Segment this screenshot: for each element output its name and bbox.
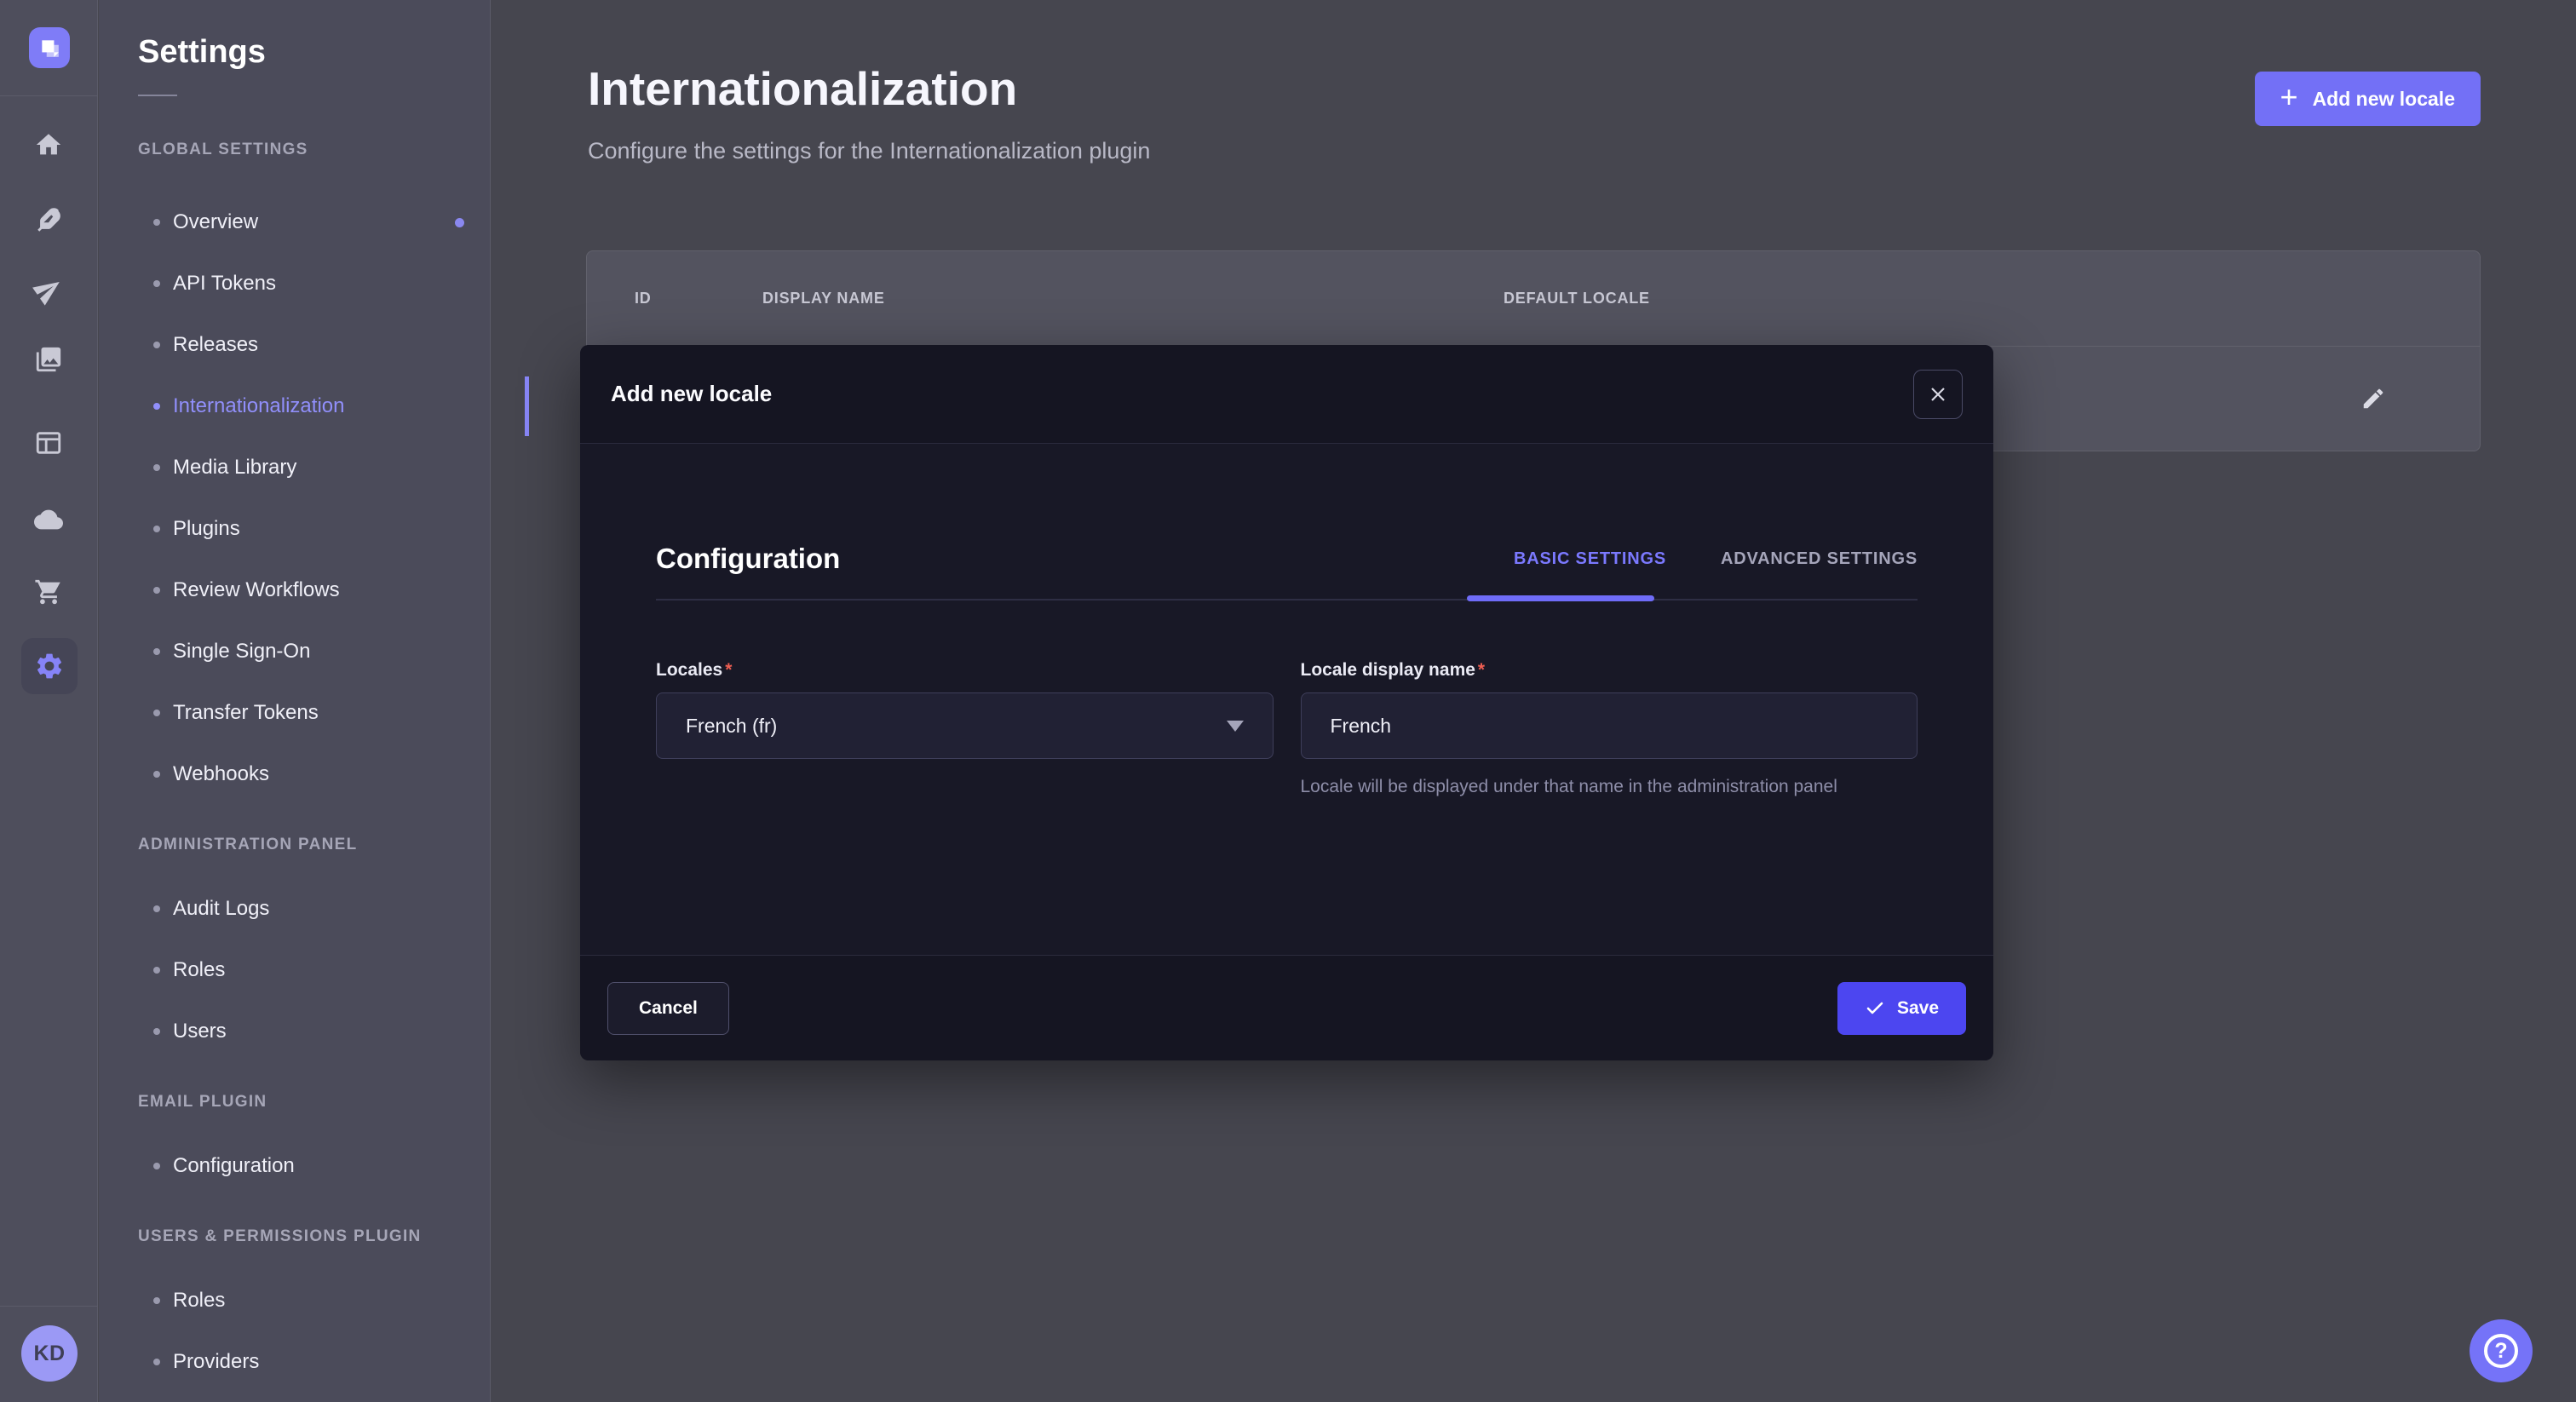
plus-icon: +: [2280, 79, 2298, 115]
required-asterisk: *: [725, 660, 732, 680]
column-display-name: DISPLAY NAME: [762, 290, 1504, 307]
close-button[interactable]: [1913, 370, 1963, 419]
add-locale-modal: Add new locale Configuration BASIC SETTI…: [580, 345, 1993, 1060]
bullet-icon: [153, 403, 160, 410]
rail-divider-bottom: [0, 1306, 97, 1307]
page-subtitle: Configure the settings for the Internati…: [588, 138, 1150, 164]
checkmark-icon: [1865, 998, 1885, 1019]
sidebar-item-internationalization[interactable]: Internationalization: [138, 376, 490, 437]
help-button[interactable]: ?: [2470, 1319, 2533, 1382]
column-id: ID: [635, 290, 762, 307]
settings-tabs: BASIC SETTINGS ADVANCED SETTINGS: [1514, 549, 1918, 569]
column-default-locale: DEFAULT LOCALE: [1504, 290, 1650, 307]
bullet-icon: [153, 280, 160, 287]
bullet-icon: [153, 905, 160, 912]
tabs-divider: [656, 599, 1918, 600]
section-global-settings: GLOBAL SETTINGS: [138, 141, 490, 159]
paper-plane-icon[interactable]: [29, 270, 68, 309]
tab-basic-settings[interactable]: BASIC SETTINGS: [1514, 549, 1666, 569]
cancel-button[interactable]: Cancel: [607, 982, 729, 1035]
sidebar-item-plugins[interactable]: Plugins: [138, 498, 490, 560]
configuration-title: Configuration: [656, 543, 840, 575]
notification-dot: [455, 218, 464, 227]
sidebar-item-up-roles[interactable]: Roles: [138, 1270, 490, 1331]
locales-select-value: French (fr): [686, 715, 777, 738]
home-icon[interactable]: [29, 125, 68, 164]
display-name-field-group: Locale display name* Locale will be disp…: [1301, 660, 1918, 801]
sidebar-item-api-tokens[interactable]: API Tokens: [138, 253, 490, 314]
save-button[interactable]: Save: [1837, 982, 1966, 1035]
locales-field-group: Locales* French (fr): [656, 660, 1274, 801]
modal-body: Configuration BASIC SETTINGS ADVANCED SE…: [580, 444, 1993, 955]
app-icon-rail: KD: [0, 0, 98, 1402]
bullet-icon: [153, 342, 160, 348]
user-avatar[interactable]: KD: [21, 1325, 78, 1382]
bullet-icon: [153, 1028, 160, 1035]
settings-subnav: Settings GLOBAL SETTINGS Overview API To…: [99, 0, 491, 1402]
cloud-icon[interactable]: [29, 500, 68, 539]
sidebar-item-email-configuration[interactable]: Configuration: [138, 1135, 490, 1197]
sidebar-item-up-providers[interactable]: Providers: [138, 1331, 490, 1393]
sidebar-item-overview[interactable]: Overview: [138, 192, 490, 253]
section-administration-panel: ADMINISTRATION PANEL: [138, 836, 490, 854]
sidebar-item-releases[interactable]: Releases: [138, 314, 490, 376]
media-library-icon[interactable]: [29, 340, 68, 379]
bullet-icon: [153, 1359, 160, 1365]
sidebar-item-admin-roles[interactable]: Roles: [138, 939, 490, 1001]
settings-gear-active[interactable]: [21, 638, 78, 694]
close-x-icon: [1928, 384, 1948, 405]
sidebar-item-media-library[interactable]: Media Library: [138, 437, 490, 498]
pencil-edit-icon[interactable]: [2360, 386, 2386, 411]
subnav-title: Settings: [138, 34, 490, 71]
layout-icon[interactable]: [29, 423, 68, 463]
tab-advanced-settings[interactable]: ADVANCED SETTINGS: [1721, 549, 1918, 569]
bullet-icon: [153, 219, 160, 226]
cart-icon[interactable]: [29, 572, 68, 612]
add-new-locale-button[interactable]: + Add new locale: [2255, 72, 2481, 126]
page-title: Internationalization: [588, 61, 1017, 116]
subnav-title-rule: [138, 95, 177, 96]
display-name-helper: Locale will be displayed under that name…: [1301, 773, 1897, 801]
display-name-input[interactable]: [1301, 692, 1918, 759]
modal-header: Add new locale: [580, 345, 1993, 444]
bullet-icon: [153, 526, 160, 532]
bullet-icon: [153, 587, 160, 594]
rail-divider-top: [0, 95, 97, 96]
section-email-plugin: EMAIL PLUGIN: [138, 1093, 490, 1112]
sidebar-item-single-sign-on[interactable]: Single Sign-On: [138, 621, 490, 682]
sidebar-item-review-workflows[interactable]: Review Workflows: [138, 560, 490, 621]
modal-footer: Cancel Save: [580, 955, 1993, 1060]
active-tab-underline: [1467, 595, 1654, 601]
sidebar-item-admin-users[interactable]: Users: [138, 1001, 490, 1062]
sidebar-item-webhooks[interactable]: Webhooks: [138, 744, 490, 805]
display-name-label: Locale display name*: [1301, 660, 1918, 681]
chevron-down-icon: [1227, 721, 1244, 732]
bullet-icon: [153, 1297, 160, 1304]
bullet-icon: [153, 967, 160, 974]
settings-gear-icon: [21, 638, 78, 694]
bullet-icon: [153, 648, 160, 655]
question-mark-icon: ?: [2484, 1334, 2518, 1368]
locales-label: Locales*: [656, 660, 1274, 681]
table-header-row: ID DISPLAY NAME DEFAULT LOCALE: [587, 251, 2480, 346]
bullet-icon: [153, 464, 160, 471]
required-asterisk: *: [1478, 660, 1485, 680]
modal-title: Add new locale: [611, 381, 772, 407]
strapi-logo-glyph: [38, 37, 60, 59]
locales-select[interactable]: French (fr): [656, 692, 1274, 759]
bullet-icon: [153, 710, 160, 716]
sidebar-item-transfer-tokens[interactable]: Transfer Tokens: [138, 682, 490, 744]
section-users-permissions-plugin: USERS & PERMISSIONS PLUGIN: [138, 1227, 490, 1246]
bullet-icon: [153, 771, 160, 778]
strapi-logo[interactable]: [29, 27, 70, 68]
feather-icon[interactable]: [29, 199, 68, 238]
sidebar-item-audit-logs[interactable]: Audit Logs: [138, 878, 490, 939]
bullet-icon: [153, 1163, 160, 1169]
